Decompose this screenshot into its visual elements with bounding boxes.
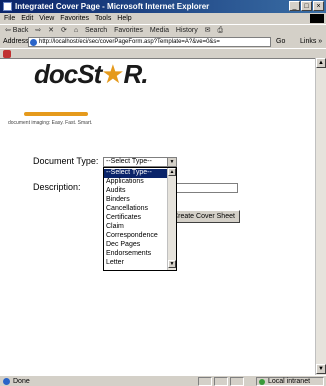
menu-file[interactable]: File <box>4 15 15 22</box>
dropdown-scrollbar[interactable]: ▲ ▼ <box>167 168 176 270</box>
dropdown-option[interactable]: Cancellations <box>104 205 168 214</box>
favorites-button[interactable]: Favorites <box>114 27 143 34</box>
menu-favorites[interactable]: Favorites <box>60 15 89 22</box>
chevron-down-icon[interactable]: ▼ <box>167 158 176 166</box>
address-field[interactable]: http://localhost/eci/sec/coverPageForm.a… <box>28 37 271 47</box>
status-panel <box>214 377 228 386</box>
forward-button[interactable]: ⇨ <box>35 27 41 34</box>
menu-bar: File Edit View Favorites Tools Help <box>0 13 326 24</box>
media-button[interactable]: Media <box>150 27 169 34</box>
scroll-down-icon[interactable]: ▼ <box>168 260 176 268</box>
window-controls: _ □ × <box>289 1 324 11</box>
mail-button[interactable]: ✉ <box>205 27 211 34</box>
description-label: Description: <box>33 182 81 192</box>
address-bar: Address http://localhost/eci/sec/coverPa… <box>0 36 326 48</box>
link-icon[interactable] <box>3 50 11 58</box>
status-bar: Done Local intranet <box>0 375 326 386</box>
zone-text: Local intranet <box>268 378 311 385</box>
security-zone: Local intranet <box>256 377 324 386</box>
search-button[interactable]: Search <box>85 27 107 34</box>
links-button[interactable]: Links » <box>300 36 322 48</box>
page-done-icon <box>3 378 10 385</box>
scroll-down-icon[interactable]: ▼ <box>316 364 326 374</box>
close-button[interactable]: × <box>313 1 324 11</box>
print-button[interactable]: ⎙ <box>217 27 223 34</box>
dropdown-option[interactable]: Applications <box>104 178 168 187</box>
select-value: --Select Type-- <box>106 158 152 165</box>
logo-text: docSt★R. <box>34 59 149 89</box>
logo-part-st: St <box>77 59 102 89</box>
minimize-button[interactable]: _ <box>289 1 300 11</box>
scroll-up-icon[interactable]: ▲ <box>316 58 326 68</box>
toolbar: ⇦ Back ⇨ ✕ ⟳ ⌂ Search Favorites Media Hi… <box>0 24 326 36</box>
go-button[interactable]: Go <box>276 36 285 48</box>
dropdown-option[interactable]: Dec Pages <box>104 241 168 250</box>
dropdown-option[interactable]: Certificates <box>104 214 168 223</box>
window-title: Integrated Cover Page - Microsoft Intern… <box>15 2 210 11</box>
status-panel <box>230 377 244 386</box>
docstar-logo: docSt★R. <box>24 60 164 88</box>
menu-edit[interactable]: Edit <box>21 15 33 22</box>
status-panel <box>198 377 212 386</box>
document-type-dropdown: --Select Type-- Applications Audits Bind… <box>103 167 177 271</box>
globe-icon <box>259 379 265 385</box>
logo-part-r: R <box>123 59 143 89</box>
logo-tagline: document imaging: Easy. Fast. Smart. <box>8 120 93 126</box>
ie-window: Integrated Cover Page - Microsoft Intern… <box>0 0 326 386</box>
title-bar: Integrated Cover Page - Microsoft Intern… <box>0 0 326 13</box>
document-type-select[interactable]: --Select Type-- ▼ <box>103 157 177 167</box>
menu-tools[interactable]: Tools <box>95 15 111 22</box>
home-button[interactable]: ⌂ <box>74 27 78 34</box>
maximize-button[interactable]: □ <box>301 1 312 11</box>
refresh-button[interactable]: ⟳ <box>61 27 67 34</box>
history-button[interactable]: History <box>176 27 198 34</box>
ie-icon <box>3 2 12 11</box>
dropdown-option[interactable]: Endorsements <box>104 250 168 259</box>
dropdown-option[interactable]: Audits <box>104 187 168 196</box>
page-scrollbar[interactable]: ▲ ▼ <box>315 58 326 375</box>
logo-part-doc: doc <box>34 59 78 89</box>
create-cover-sheet-button[interactable]: Create Cover Sheet <box>168 210 240 223</box>
logo-swoosh <box>24 112 88 116</box>
status-panels <box>198 377 244 386</box>
status-text: Done <box>13 378 30 385</box>
address-url: http://localhost/eci/sec/coverPageForm.a… <box>39 39 220 45</box>
dropdown-option[interactable]: Letter <box>104 259 168 268</box>
document-type-label: Document Type: <box>33 156 99 166</box>
menu-help[interactable]: Help <box>117 15 131 22</box>
page-icon <box>30 39 37 46</box>
windows-logo-icon <box>310 14 324 23</box>
stop-button[interactable]: ✕ <box>48 27 54 34</box>
address-label: Address <box>3 38 29 45</box>
dropdown-option[interactable]: Binders <box>104 196 168 205</box>
links-bar <box>0 48 326 58</box>
dropdown-option[interactable]: Claim <box>104 223 168 232</box>
star-icon: ★ <box>101 59 124 89</box>
dropdown-option[interactable]: Correspondence <box>104 232 168 241</box>
dropdown-option[interactable]: --Select Type-- <box>104 169 168 178</box>
menu-view[interactable]: View <box>39 15 54 22</box>
logo-suffix: . <box>141 59 148 89</box>
back-button[interactable]: ⇦ Back <box>5 27 28 34</box>
scroll-up-icon[interactable]: ▲ <box>168 168 176 176</box>
